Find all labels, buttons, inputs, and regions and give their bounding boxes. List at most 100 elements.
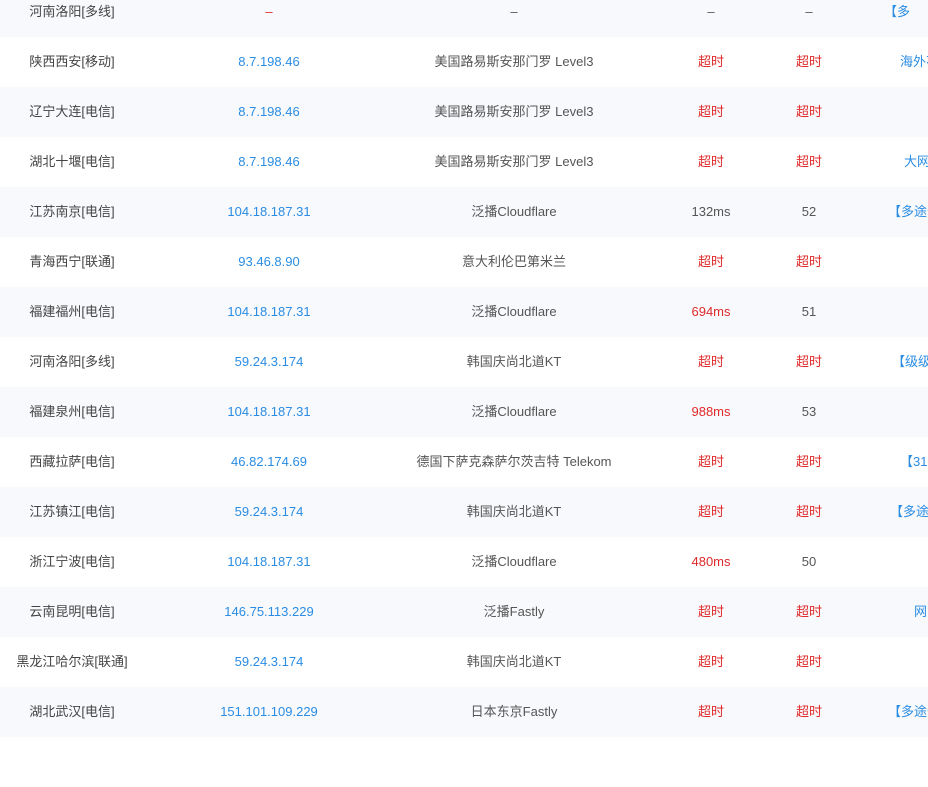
ping-results-table: 河南洛阳[多线] – – – – 【多 陕西西安[移动] 8.7.198.46 美国路易斯安那门… <box>0 0 928 787</box>
response-time-cell: 超时 <box>697 54 724 69</box>
location-cell: 辽宁大连[电信] <box>29 104 115 119</box>
ip-link[interactable]: 46.82.174.69 <box>144 437 394 487</box>
response-time-cell: 694ms <box>691 304 731 319</box>
geo-cell: 美国路易斯安那门罗 Level3 <box>434 104 594 119</box>
response-time-cell: 超时 <box>697 604 724 619</box>
extra-link-label: 网 <box>914 604 928 619</box>
ip-link[interactable]: 8.7.198.46 <box>144 37 394 87</box>
table-row: 青海西宁[联通] 93.46.8.90 意大利伦巴第米兰 超时 超时 <box>0 237 928 287</box>
extra-link[interactable] <box>858 287 928 337</box>
ip-link[interactable]: – <box>144 0 394 37</box>
extra-link-label: 【31id <box>900 454 928 469</box>
ttl-cell: 52 <box>801 204 817 219</box>
table-row: 黑龙江哈尔滨[联通] 59.24.3.174 韩国庆尚北道KT 超时 超时 <box>0 637 928 687</box>
ip-link[interactable]: 104.18.187.31 <box>144 387 394 437</box>
ip-link[interactable]: 93.46.8.90 <box>144 237 394 287</box>
geo-cell: 泛播Fastly <box>483 604 545 619</box>
table-row: 浙江宁波[电信] 104.18.187.31 泛播Cloudflare 480ms 50… <box>0 537 928 587</box>
extra-link[interactable]: 海外不 <box>858 37 928 87</box>
response-time-cell: 超时 <box>697 504 724 519</box>
extra-link[interactable] <box>858 387 928 437</box>
extra-link[interactable]: 【 <box>858 537 928 587</box>
response-time-cell: 480ms <box>691 554 731 569</box>
response-time-cell: 超时 <box>697 154 724 169</box>
location-cell: 湖北武汉[电信] <box>29 704 115 719</box>
location-cell: 青海西宁[联通] <box>29 254 115 269</box>
ttl-cell: 超时 <box>795 254 822 269</box>
location-cell: 河南洛阳[多线] <box>29 4 115 19</box>
extra-link-label: 大网 <box>904 154 928 169</box>
response-time-cell: 超时 <box>697 654 724 669</box>
geo-cell: 韩国庆尚北道KT <box>466 504 562 519</box>
location-cell: 西藏拉萨[电信] <box>29 454 115 469</box>
ttl-cell: 51 <box>801 304 817 319</box>
ip-link[interactable]: 8.7.198.46 <box>144 87 394 137</box>
location-cell: 云南昆明[电信] <box>29 604 115 619</box>
ttl-cell: 超时 <box>795 504 822 519</box>
ttl-cell: 超时 <box>795 154 822 169</box>
extra-link-label: 【 <box>924 537 928 587</box>
response-time-cell: 超时 <box>697 454 724 469</box>
ip-link[interactable]: 104.18.187.31 <box>144 287 394 337</box>
table-row: 湖北十堰[电信] 8.7.198.46 美国路易斯安那门罗 Level3 超时 超时 大网 <box>0 137 928 187</box>
ip-link[interactable]: 104.18.187.31 <box>144 537 394 587</box>
extra-link[interactable] <box>858 87 928 137</box>
geo-cell: 德国下萨克森萨尔茨吉特 Telekom <box>416 454 612 469</box>
ip-link[interactable]: 146.75.113.229 <box>144 587 394 637</box>
extra-link-label: 海外不 <box>900 54 928 69</box>
ip-link[interactable]: 8.7.198.46 <box>144 137 394 187</box>
extra-link-label: 【级级后 <box>892 354 928 369</box>
ip-link[interactable]: 59.24.3.174 <box>144 487 394 537</box>
ip-link[interactable]: 59.24.3.174 <box>144 337 394 387</box>
response-time-cell: 超时 <box>697 104 724 119</box>
extra-link[interactable]: 【级级后 <box>858 337 928 387</box>
location-cell: 湖北十堰[电信] <box>29 154 115 169</box>
geo-cell: 韩国庆尚北道KT <box>466 654 562 669</box>
geo-cell: 美国路易斯安那门罗 Level3 <box>434 54 594 69</box>
ip-link[interactable]: 151.101.109.229 <box>144 687 394 737</box>
ttl-cell: 超时 <box>795 104 822 119</box>
ip-link[interactable]: 59.24.3.174 <box>144 637 394 687</box>
ttl-cell: – <box>805 4 813 19</box>
location-cell: 江苏南京[电信] <box>29 204 115 219</box>
response-time-cell: 超时 <box>697 354 724 369</box>
extra-link[interactable] <box>858 237 928 287</box>
ip-link[interactable]: 104.18.187.31 <box>144 187 394 237</box>
table-row: 陕西西安[移动] 8.7.198.46 美国路易斯安那门罗 Level3 超时 超时 海外… <box>0 37 928 87</box>
extra-link-label: 【多途云 <box>888 204 928 219</box>
extra-link[interactable]: 【多途云 <box>858 687 928 737</box>
extra-link[interactable]: 【31id <box>858 437 928 487</box>
geo-cell: 泛播Cloudflare <box>471 554 557 569</box>
extra-link[interactable]: 【多 <box>858 0 928 37</box>
geo-cell: 泛播Cloudflare <box>471 204 557 219</box>
table-row: 西藏拉萨[电信] 46.82.174.69 德国下萨克森萨尔茨吉特 Telekom 超… <box>0 437 928 487</box>
response-time-cell: 988ms <box>691 404 731 419</box>
ttl-cell: 超时 <box>795 654 822 669</box>
ttl-cell: 超时 <box>795 354 822 369</box>
table-row: 云南昆明[电信] 146.75.113.229 泛播Fastly 超时 超时 网 <box>0 587 928 637</box>
location-cell: 浙江宁波[电信] <box>29 554 115 569</box>
location-cell: 黑龙江哈尔滨[联通] <box>16 654 128 669</box>
extra-link[interactable]: 【多途云 <box>858 187 928 237</box>
ttl-cell: 超时 <box>795 604 822 619</box>
response-time-cell: 超时 <box>697 254 724 269</box>
geo-cell: 泛播Cloudflare <box>471 304 557 319</box>
table-row: 辽宁大连[电信] 8.7.198.46 美国路易斯安那门罗 Level3 超时 超时 <box>0 87 928 137</box>
ttl-cell: 超时 <box>795 54 822 69</box>
table-row: 江苏镇江[电信] 59.24.3.174 韩国庆尚北道KT 超时 超时 【多途云 <box>0 487 928 537</box>
location-cell: 陕西西安[移动] <box>29 54 115 69</box>
location-cell: 江苏镇江[电信] <box>29 504 115 519</box>
extra-link-label: 【多途云 <box>890 504 928 519</box>
table-row: 福建泉州[电信] 104.18.187.31 泛播Cloudflare 988ms 53 <box>0 387 928 437</box>
extra-link[interactable]: 大网 <box>858 137 928 187</box>
extra-link[interactable]: 网 <box>858 587 928 637</box>
table-row: 江苏南京[电信] 104.18.187.31 泛播Cloudflare 132ms 52… <box>0 187 928 237</box>
geo-cell: 意大利伦巴第米兰 <box>461 254 566 269</box>
table-row: 湖北武汉[电信] 151.101.109.229 日本东京Fastly 超时 超时 【多途… <box>0 687 928 737</box>
table-row: 河南洛阳[多线] – – – – 【多 <box>0 0 928 37</box>
response-time-cell: – <box>707 4 715 19</box>
extra-link[interactable] <box>858 637 928 687</box>
extra-link[interactable]: 【多途云 <box>858 487 928 537</box>
ttl-cell: 53 <box>801 404 817 419</box>
table-row: 河南洛阳[多线] 59.24.3.174 韩国庆尚北道KT 超时 超时 【级级后 <box>0 337 928 387</box>
